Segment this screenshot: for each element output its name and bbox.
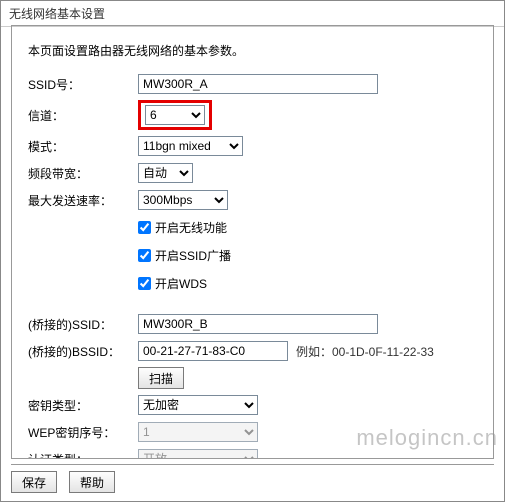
checkbox-enable-wireless[interactable]: 开启无线功能	[138, 219, 227, 236]
settings-window: 无线网络基本设置 本页面设置路由器无线网络的基本参数。 SSID号： 信道： 6…	[0, 0, 505, 502]
chk-enable-wireless-label: 开启无线功能	[155, 219, 227, 236]
maxrate-select[interactable]: 300Mbps	[138, 190, 228, 210]
label-mode: 模式：	[28, 138, 138, 155]
label-bridge-ssid: (桥接的)SSID：	[28, 316, 138, 333]
window-title: 无线网络基本设置	[1, 1, 504, 27]
label-wep-index: WEP密钥序号：	[28, 424, 138, 441]
bridge-ssid-input[interactable]	[138, 314, 378, 334]
page-description: 本页面设置路由器无线网络的基本参数。	[28, 42, 477, 59]
help-button[interactable]: 帮助	[69, 471, 115, 493]
bandwidth-select[interactable]: 自动	[138, 163, 193, 183]
auth-type-select: 开放	[138, 449, 258, 459]
ssid-input[interactable]	[138, 74, 378, 94]
label-auth-type: 认证类型：	[28, 451, 138, 460]
label-channel: 信道：	[28, 107, 138, 124]
scan-button[interactable]: 扫描	[138, 367, 184, 389]
chk-enable-wireless-input[interactable]	[138, 221, 151, 234]
label-bridge-bssid: (桥接的)BSSID：	[28, 343, 138, 360]
chk-enable-wds-label: 开启WDS	[155, 275, 207, 292]
content-panel: 本页面设置路由器无线网络的基本参数。 SSID号： 信道： 6 模式： 11b	[11, 25, 494, 459]
wep-index-select: 1	[138, 422, 258, 442]
channel-select[interactable]: 6	[145, 105, 205, 125]
label-ssid: SSID号：	[28, 76, 138, 93]
bridge-bssid-input[interactable]	[138, 341, 288, 361]
checkbox-enable-ssid-broadcast[interactable]: 开启SSID广播	[138, 247, 231, 264]
label-bandwidth: 频段带宽：	[28, 165, 138, 182]
bottom-bar: 保存 帮助	[11, 464, 494, 493]
label-enc-type: 密钥类型：	[28, 397, 138, 414]
checkbox-enable-wds[interactable]: 开启WDS	[138, 275, 207, 292]
chk-enable-ssidbc-label: 开启SSID广播	[155, 247, 231, 264]
chk-enable-wds-input[interactable]	[138, 277, 151, 290]
save-button[interactable]: 保存	[11, 471, 57, 493]
label-maxrate: 最大发送速率：	[28, 192, 138, 209]
chk-enable-ssidbc-input[interactable]	[138, 249, 151, 262]
channel-highlight: 6	[138, 100, 212, 130]
bssid-hint: 例如：00-1D-0F-11-22-33	[296, 343, 434, 360]
mode-select[interactable]: 11bgn mixed	[138, 136, 243, 156]
enc-type-select[interactable]: 无加密	[138, 395, 258, 415]
